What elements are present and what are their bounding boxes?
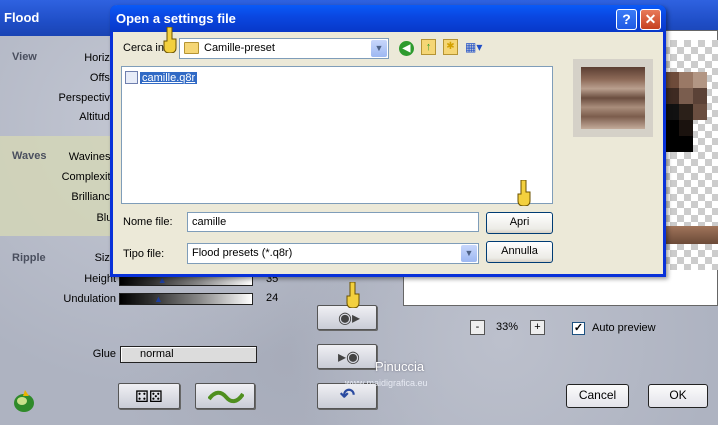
- up-folder-icon[interactable]: ↑: [421, 39, 436, 55]
- label-waviness: Waviness: [68, 151, 116, 163]
- back-icon[interactable]: ◀: [399, 41, 414, 56]
- view-menu-icon[interactable]: ▦▾: [465, 39, 489, 55]
- zoom-out-button[interactable]: -: [470, 320, 485, 335]
- pointing-hand-icon: [517, 180, 531, 206]
- glue-select[interactable]: normal: [120, 346, 257, 363]
- thumbnail-image: [581, 67, 645, 129]
- filetype-value: Flood presets (*.q8r): [192, 247, 293, 259]
- pointing-hand-icon: [163, 27, 177, 53]
- label-height: Height: [84, 273, 116, 285]
- label-complexity: Complexity: [61, 171, 116, 183]
- section-ripple: Ripple: [12, 252, 46, 264]
- preview-reflection: [663, 226, 718, 244]
- section-waves: Waves: [12, 150, 47, 162]
- auto-preview-checkbox[interactable]: ✓: [572, 322, 585, 335]
- dialog-title: Open a settings file: [116, 11, 236, 26]
- auto-preview-label: Auto preview: [592, 322, 656, 334]
- label-horizon: Horizo: [84, 52, 116, 64]
- preview-pixel: [665, 136, 679, 152]
- filename-input[interactable]: camille: [187, 212, 479, 232]
- reset-wave-button[interactable]: [195, 383, 255, 409]
- lookin-label: Cerca in:: [123, 42, 168, 54]
- label-offset: Offse: [89, 72, 116, 84]
- preview-pixel: [679, 120, 693, 136]
- preview-pixel: [693, 72, 707, 88]
- preset-thumbnail: [573, 59, 653, 137]
- section-view: View: [12, 51, 37, 63]
- preview-pixel: [679, 72, 693, 88]
- disc-in-icon: ▸◉: [338, 349, 360, 366]
- preview-pixel: [679, 104, 693, 120]
- undulation-slider-thumb[interactable]: ▲: [154, 292, 163, 306]
- preview-pixel: [693, 88, 707, 104]
- label-size: Size: [94, 252, 116, 264]
- chevron-down-icon[interactable]: ▼: [461, 245, 477, 262]
- preview-pixel: [665, 120, 679, 136]
- file-icon: [125, 71, 138, 84]
- label-perspective: Perspective: [58, 92, 116, 104]
- filetype-combo[interactable]: Flood presets (*.q8r) ▼: [187, 243, 479, 264]
- preview-pixel: [679, 88, 693, 104]
- label-brilliance: Brilliance: [71, 191, 116, 203]
- filetype-label: Tipo file:: [123, 248, 165, 260]
- undo-icon: ↶: [340, 385, 356, 405]
- filename-value: camille: [192, 216, 227, 228]
- lookin-value: Camille-preset: [204, 42, 275, 54]
- glue-value: normal: [140, 348, 174, 360]
- close-button[interactable]: ✕: [640, 9, 661, 30]
- folder-icon: [184, 42, 199, 54]
- preview-pixel: [665, 88, 679, 104]
- wave-icon: [208, 390, 244, 404]
- preview-pixel: [665, 72, 679, 88]
- chevron-down-icon[interactable]: ▼: [371, 40, 387, 57]
- help-button[interactable]: ?: [616, 9, 637, 30]
- undulation-value: 24: [266, 292, 279, 304]
- file-name: camille.q8r: [140, 71, 198, 84]
- label-altitude: Altitude: [79, 111, 116, 123]
- dice-icon: ⚃⚄: [135, 389, 163, 406]
- cancel-button[interactable]: Cancel: [566, 384, 629, 408]
- dialog-title-bar: Open a settings file ? ✕: [110, 5, 666, 32]
- undulation-slider[interactable]: ▲: [119, 293, 253, 305]
- zoom-level: 33%: [496, 321, 519, 333]
- watermark-name: Pinuccia: [375, 359, 425, 374]
- file-list[interactable]: camille.q8r: [121, 66, 553, 204]
- plugin-logo-icon[interactable]: [12, 388, 36, 414]
- label-glue: Glue: [92, 348, 116, 360]
- lookin-combo[interactable]: Camille-preset ▼: [179, 38, 389, 59]
- new-folder-icon[interactable]: ✱: [443, 39, 458, 55]
- preview-pixel: [665, 104, 679, 120]
- watermark-site: www.maidigrafica.eu: [345, 378, 428, 388]
- preview-pixel: [679, 136, 693, 152]
- flood-window: Flood View Horizo Offse Perspective Alti…: [0, 0, 718, 425]
- label-undulation: Undulation: [63, 293, 116, 305]
- preview-pixel: [693, 104, 707, 120]
- save-settings-button[interactable]: ◉▸: [317, 305, 377, 330]
- filename-label: Nome file:: [123, 216, 173, 228]
- open-settings-dialog: Open a settings file ? ✕ Cerca in: Camil…: [110, 5, 666, 277]
- randomize-button[interactable]: ⚃⚄: [118, 383, 180, 409]
- open-button[interactable]: Apri: [486, 212, 553, 234]
- zoom-in-button[interactable]: +: [530, 320, 545, 335]
- ok-button[interactable]: OK: [648, 384, 708, 408]
- disc-out-icon: ◉▸: [338, 310, 360, 327]
- file-item[interactable]: camille.q8r: [125, 70, 198, 85]
- app-title: Flood: [4, 10, 40, 25]
- load-settings-button[interactable]: ▸◉: [317, 344, 377, 369]
- pointing-hand-icon: [346, 282, 360, 308]
- cancel-dialog-button[interactable]: Annulla: [486, 241, 553, 263]
- label-blur: Blur: [96, 212, 116, 224]
